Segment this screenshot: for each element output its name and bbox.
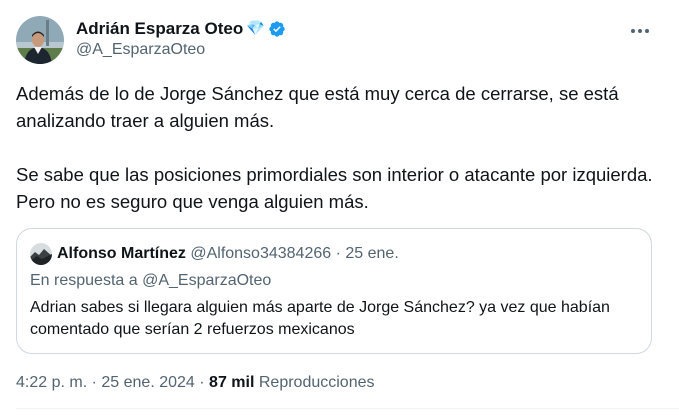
author-handle[interactable]: @A_EsparzaOteo bbox=[76, 41, 286, 59]
tweet-meta: 4:22 p. m. · 25 ene. 2024 · 87 mil Repro… bbox=[16, 373, 374, 393]
more-options-button[interactable] bbox=[625, 16, 655, 46]
tweet-time[interactable]: 4:22 p. m. bbox=[16, 374, 87, 391]
author-info: Adrián Esparza Oteo 💎 @A_EsparzaOteo bbox=[76, 18, 286, 59]
verified-badge-icon[interactable] bbox=[268, 20, 286, 38]
quoted-author-avatar[interactable] bbox=[30, 243, 52, 265]
quoted-display-name[interactable]: Alfonso Martínez bbox=[57, 245, 186, 262]
quoted-separator: · bbox=[335, 245, 341, 262]
meta-separator: · bbox=[199, 374, 205, 391]
quoted-header: Alfonso Martínez @Alfonso34384266 · 25 e… bbox=[57, 244, 399, 264]
views-count: 87 mil bbox=[209, 374, 255, 391]
quoted-reply-user[interactable]: @A_EsparzaOteo bbox=[142, 272, 271, 289]
quoted-reply-prefix: En respuesta a bbox=[30, 272, 138, 289]
tweet-text: Además de lo de Jorge Sánchez que está m… bbox=[16, 83, 653, 212]
meta-separator: · bbox=[91, 374, 97, 391]
tweet-article: Adrián Esparza Oteo 💎 @A_EsparzaOteo Ade… bbox=[0, 0, 679, 415]
quoted-date[interactable]: 25 ene. bbox=[345, 245, 398, 262]
more-horizontal-icon-dot bbox=[638, 29, 642, 33]
quoted-reply-context: En respuesta a @A_EsparzaOteo bbox=[30, 271, 271, 291]
quoted-tweet[interactable]: Alfonso Martínez @Alfonso34384266 · 25 e… bbox=[16, 228, 652, 354]
author-name-row: Adrián Esparza Oteo 💎 bbox=[76, 18, 286, 40]
tweet-date[interactable]: 25 ene. 2024 bbox=[101, 374, 194, 391]
more-horizontal-icon-dot bbox=[645, 29, 649, 33]
diamond-emoji: 💎 bbox=[246, 20, 265, 37]
more-horizontal-icon-dot bbox=[631, 29, 635, 33]
divider bbox=[16, 408, 679, 409]
views-label: Reproducciones bbox=[258, 374, 375, 391]
author-display-name[interactable]: Adrián Esparza Oteo bbox=[76, 19, 243, 39]
quoted-text: Adrian sabes si llegara alguien más apar… bbox=[30, 299, 610, 338]
author-avatar[interactable] bbox=[16, 16, 64, 64]
quoted-handle[interactable]: @Alfonso34384266 bbox=[190, 245, 331, 262]
